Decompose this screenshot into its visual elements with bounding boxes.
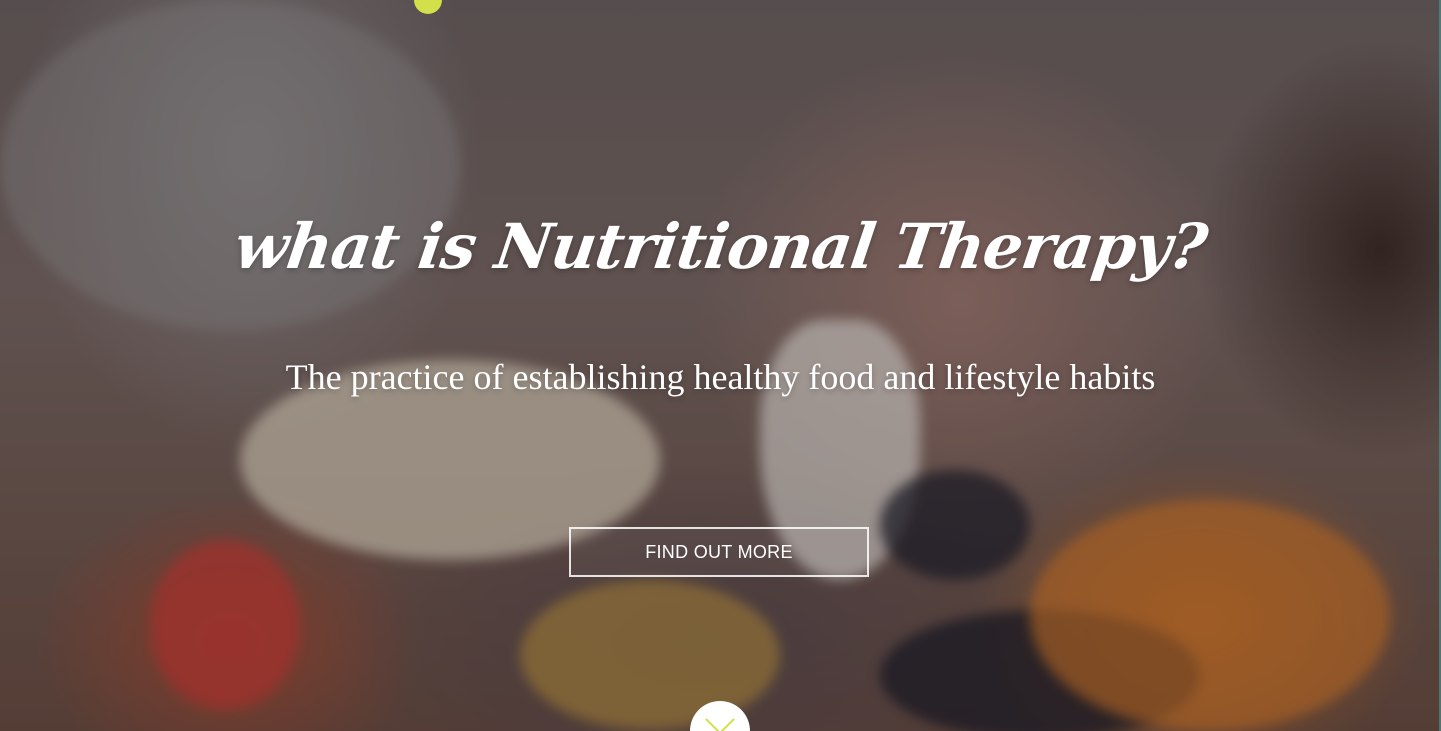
chevron-down-icon xyxy=(705,718,735,731)
hero-subtitle: The practice of establishing healthy foo… xyxy=(285,357,1156,397)
find-out-more-button[interactable]: FIND OUT MORE xyxy=(569,527,869,577)
hero-title: what is Nutritional Therapy? xyxy=(230,210,1211,283)
hero-section: what is Nutritional Therapy? The practic… xyxy=(0,0,1441,731)
